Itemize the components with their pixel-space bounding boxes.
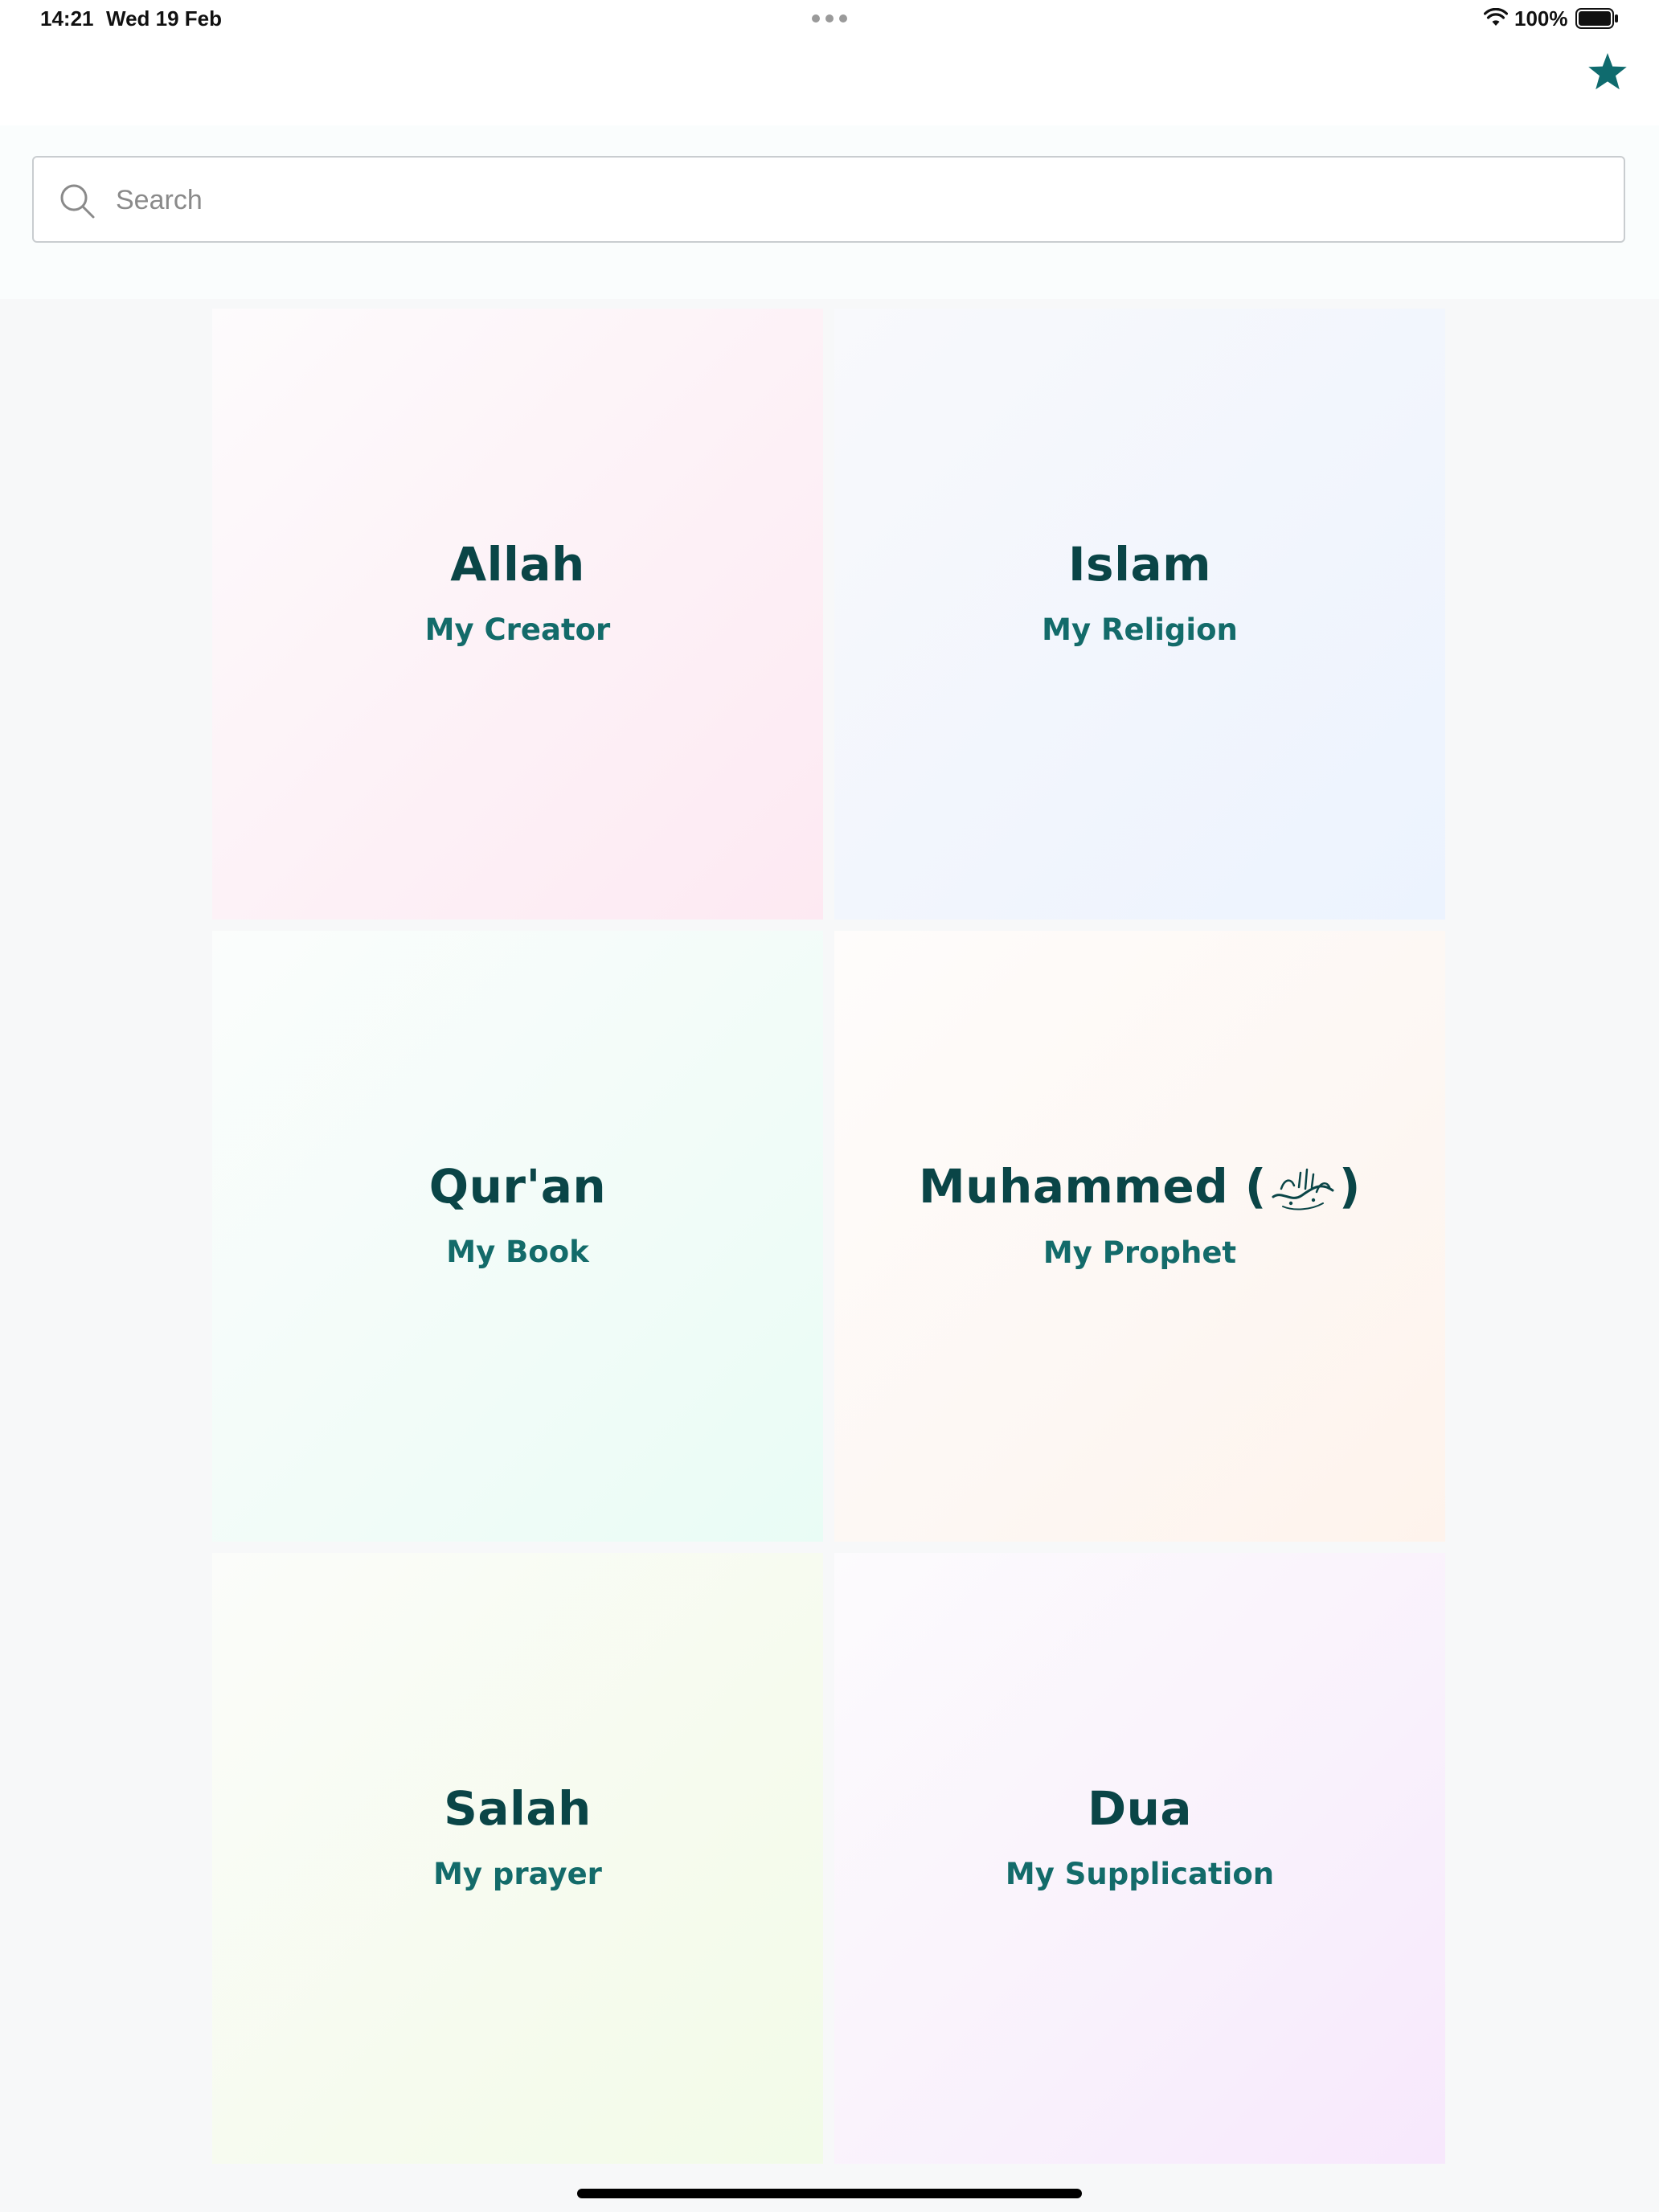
card-title: Qur'an xyxy=(428,1158,607,1214)
status-time: 14:21 xyxy=(40,6,94,31)
card-allah[interactable]: Allah My Creator xyxy=(212,309,823,920)
card-title: Muhammed ( xyxy=(919,1158,1267,1214)
card-muhammed[interactable]: Muhammed ( ) My Prophet xyxy=(834,931,1445,1542)
card-quran[interactable]: Qur'an My Book xyxy=(212,931,823,1542)
search-input[interactable] xyxy=(114,170,1596,230)
card-subtitle: My Prophet xyxy=(1043,1235,1237,1270)
status-date: Wed 19 Feb xyxy=(106,6,223,31)
favorites-star-icon[interactable] xyxy=(1585,50,1630,95)
home-indicator[interactable] xyxy=(577,2189,1082,2198)
pbuh-calligraphy-icon xyxy=(1272,1168,1334,1210)
card-title: Islam xyxy=(1067,536,1212,592)
card-title-suffix: ) xyxy=(1338,1158,1361,1214)
card-subtitle: My Book xyxy=(446,1234,589,1269)
battery-percentage: 100% xyxy=(1514,6,1568,31)
nav-bar xyxy=(0,39,1659,125)
card-subtitle: My prayer xyxy=(433,1856,602,1891)
card-title-row: Muhammed ( ) xyxy=(919,1158,1361,1215)
search-area xyxy=(0,125,1659,299)
wifi-icon xyxy=(1484,8,1508,26)
status-bar: 14:21 Wed 19 Feb 100% xyxy=(0,0,1659,39)
card-subtitle: My Supplication xyxy=(1005,1856,1275,1891)
card-salah[interactable]: Salah My prayer xyxy=(212,1553,823,2164)
multitasking-dots-icon[interactable] xyxy=(812,14,847,24)
card-title: Allah xyxy=(450,536,585,592)
card-subtitle: My Creator xyxy=(424,612,611,647)
search-icon xyxy=(60,184,95,219)
card-subtitle: My Religion xyxy=(1042,612,1238,647)
card-title: Salah xyxy=(444,1780,592,1836)
battery-icon xyxy=(1575,8,1618,29)
search-bar[interactable] xyxy=(32,156,1625,243)
card-dua[interactable]: Dua My Supplication xyxy=(834,1553,1445,2164)
card-title: Dua xyxy=(1087,1780,1193,1836)
card-islam[interactable]: Islam My Religion xyxy=(834,309,1445,920)
category-grid: Allah My Creator Islam My Religion Qur'a… xyxy=(212,309,1447,2164)
